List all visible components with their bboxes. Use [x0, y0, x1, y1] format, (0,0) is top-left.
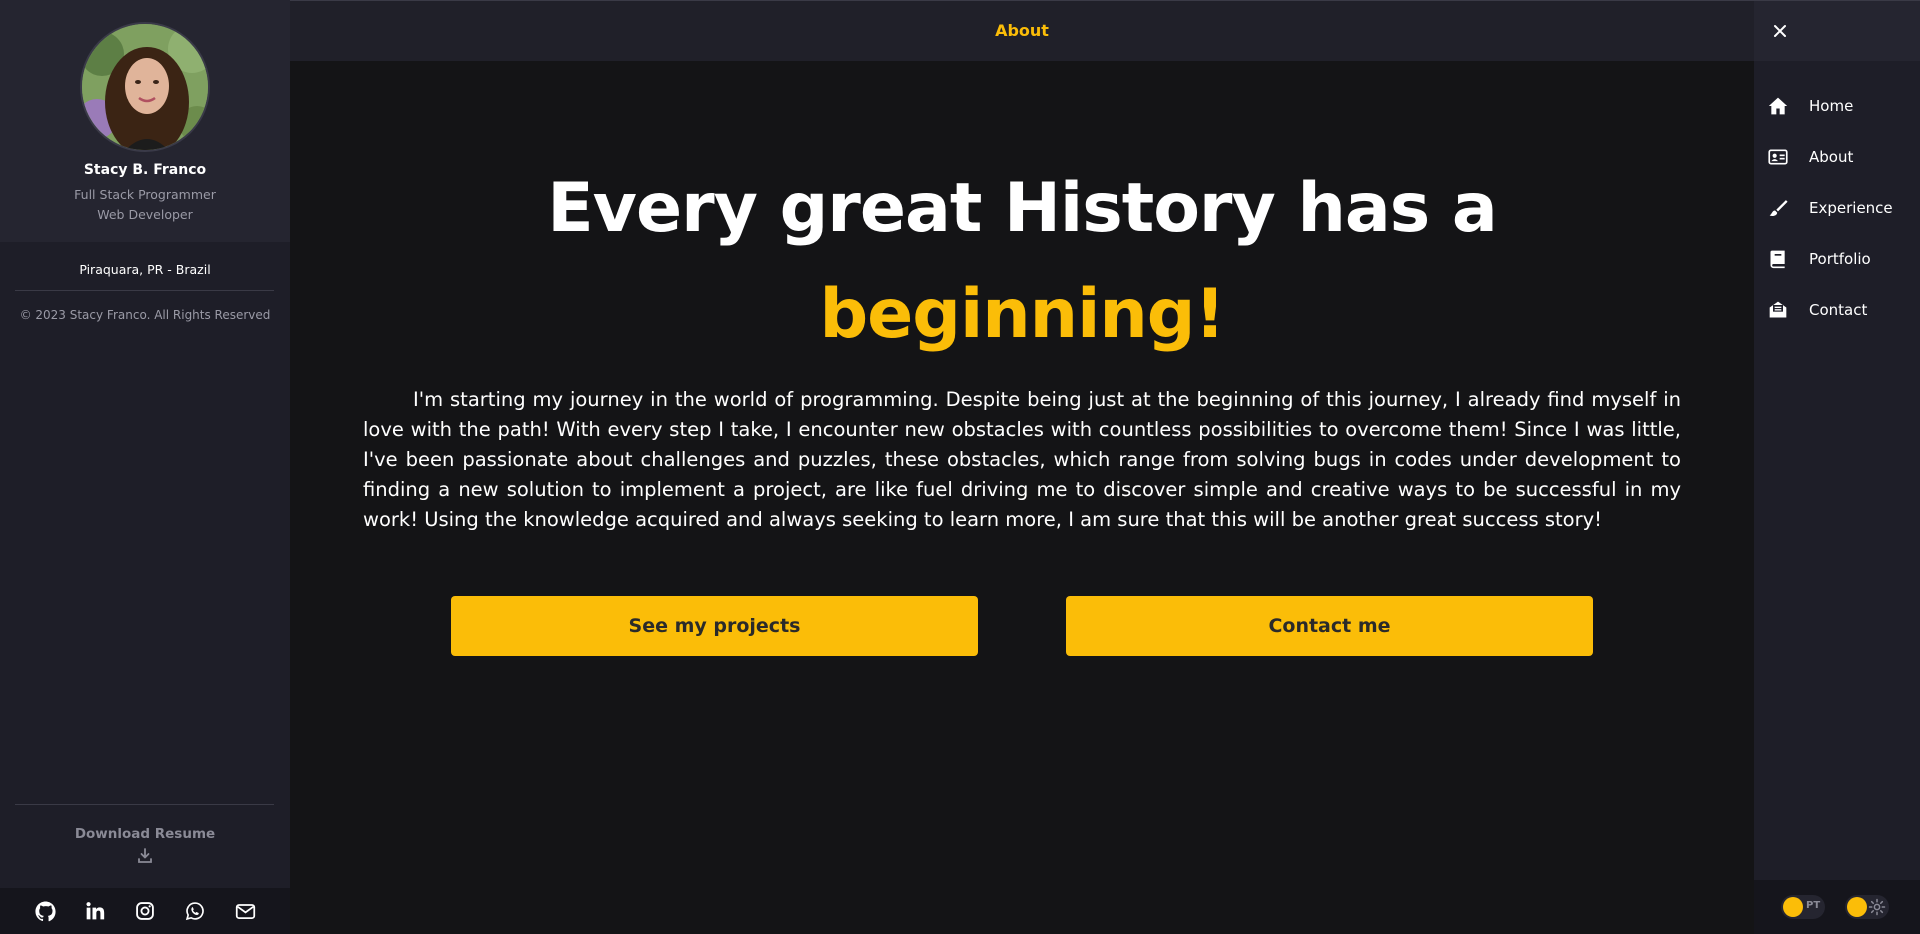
nav-item-experience[interactable]: Experience — [1754, 188, 1920, 228]
headline-line-2: beginning! — [819, 275, 1225, 354]
settings-bar: PT — [1754, 880, 1920, 934]
nav-item-label: Experience — [1809, 199, 1893, 217]
download-resume-button[interactable]: Download Resume — [0, 826, 290, 868]
avatar — [80, 22, 210, 152]
app-root: Stacy B. Franco Full Stack Programmer We… — [0, 0, 1920, 934]
instagram-icon[interactable] — [133, 899, 157, 923]
top-bar: About — [290, 0, 1754, 61]
headline: Every great History has a beginning! — [290, 156, 1754, 368]
toggle-knob — [1783, 897, 1803, 917]
location-text: Piraquara, PR - Brazil — [79, 262, 211, 277]
book-icon — [1767, 248, 1789, 270]
nav-item-about[interactable]: About — [1754, 137, 1920, 177]
main-content: Every great History has a beginning! I'm… — [290, 61, 1754, 934]
id-card-icon — [1767, 146, 1789, 168]
theme-toggle[interactable] — [1845, 895, 1889, 919]
intro-paragraph: I'm starting my journey in the world of … — [363, 388, 1681, 531]
linkedin-icon[interactable] — [83, 899, 107, 923]
language-toggle[interactable]: PT — [1781, 895, 1825, 919]
profile-card: Stacy B. Franco Full Stack Programmer We… — [0, 0, 290, 242]
toggle-knob — [1847, 897, 1867, 917]
nav-item-label: Contact — [1809, 301, 1868, 319]
page-title: About — [995, 21, 1049, 40]
nav-item-contact[interactable]: Contact — [1754, 290, 1920, 330]
language-label: PT — [1806, 900, 1821, 911]
nav-item-label: Home — [1809, 97, 1854, 115]
nav-header — [1754, 0, 1920, 61]
profile-role: Full Stack Programmer — [74, 187, 216, 202]
copyright-text: © 2023 Stacy Franco. All Rights Reserved — [19, 308, 271, 322]
headline-line-1: Every great History has a — [547, 169, 1498, 248]
gear-icon — [1868, 898, 1886, 920]
download-resume-label: Download Resume — [74, 826, 216, 842]
profile-role: Web Developer — [97, 207, 193, 222]
right-nav: Home About Experience Portfolio Contact … — [1754, 0, 1920, 934]
brush-icon — [1767, 197, 1789, 219]
home-icon — [1767, 95, 1789, 117]
nav-item-label: About — [1809, 148, 1854, 166]
contact-me-button[interactable]: Contact me — [1066, 596, 1593, 656]
github-icon[interactable] — [33, 899, 57, 923]
nav-item-home[interactable]: Home — [1754, 86, 1920, 126]
close-icon[interactable] — [1768, 19, 1792, 43]
nav-item-label: Portfolio — [1809, 250, 1871, 268]
whatsapp-icon[interactable] — [183, 899, 207, 923]
divider — [15, 804, 274, 805]
mail-open-icon — [1767, 299, 1789, 321]
social-links — [0, 888, 290, 934]
download-icon — [137, 848, 153, 868]
mail-icon[interactable] — [233, 899, 257, 923]
divider — [15, 290, 274, 291]
see-projects-button[interactable]: See my projects — [451, 596, 978, 656]
nav-item-portfolio[interactable]: Portfolio — [1754, 239, 1920, 279]
profile-name: Stacy B. Franco — [83, 162, 207, 178]
left-sidebar: Stacy B. Franco Full Stack Programmer We… — [0, 0, 290, 934]
